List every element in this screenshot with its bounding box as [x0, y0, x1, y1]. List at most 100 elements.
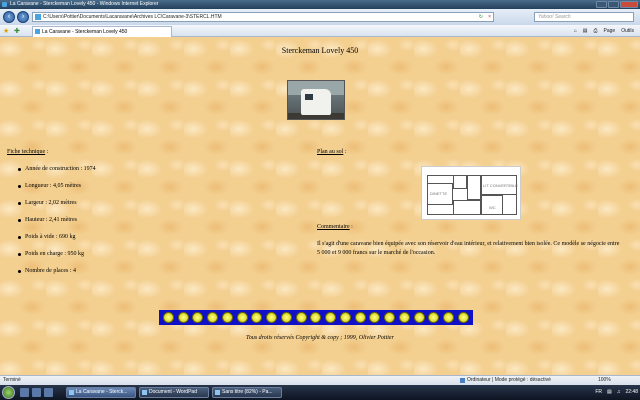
- spec-height: Hauteur : 2,41 mètres: [7, 212, 297, 229]
- plan-heading[interactable]: Plan au sol: [317, 149, 343, 155]
- clock[interactable]: 22:48: [625, 387, 638, 398]
- tech-heading-suffix: :: [45, 149, 49, 155]
- spec-places: Nombre de places : 4: [7, 263, 297, 280]
- tools-menu[interactable]: Outils: [621, 27, 634, 35]
- nav-globe-icon[interactable]: [384, 312, 396, 323]
- minimize-button[interactable]: [596, 1, 607, 8]
- plan-section: Plan au sol : DINETTE LIT CONVERTIBLE WC…: [317, 149, 623, 256]
- spec-list: Année de construction : 1974 Longueur : …: [7, 161, 297, 280]
- quick-launch: [20, 388, 53, 397]
- nav-globe-icon[interactable]: [266, 312, 278, 323]
- plan-label-wc: WC: [489, 205, 496, 210]
- wordpad-task-icon: [142, 390, 147, 395]
- stop-icon[interactable]: ×: [488, 13, 491, 21]
- spec-length: Longueur : 4,05 mètres: [7, 178, 297, 195]
- nav-globe-icon[interactable]: [207, 312, 219, 323]
- refresh-icon[interactable]: ↻: [479, 13, 483, 21]
- nav-globe-icon[interactable]: [310, 312, 322, 323]
- plan-label-dinette: DINETTE: [430, 191, 448, 196]
- ie-icon: [2, 2, 7, 7]
- plan-heading-line: Plan au sol :: [317, 149, 623, 155]
- home-icon[interactable]: ⌂: [574, 27, 577, 35]
- page-menu[interactable]: Page: [604, 27, 616, 35]
- task-paint-label: Sans titre (82%) - Pa...: [222, 389, 273, 395]
- address-bar: ‹ › C:\Users\Pottier\Documents\Lacaravan…: [0, 9, 640, 25]
- nav-globe-icon[interactable]: [398, 312, 410, 323]
- window-controls: [596, 1, 638, 8]
- comment-heading-suffix: :: [349, 224, 353, 230]
- security-zone[interactable]: Ordinateur | Mode protégé : désactivé: [460, 376, 551, 385]
- comment-text: Il s'agit d'une caravane bien équipée av…: [317, 241, 620, 256]
- spec-loaded-weight: Poids en charge : 950 kg: [7, 246, 297, 263]
- paint-task-icon: [215, 390, 220, 395]
- task-wordpad-label: Document - WordPad: [149, 389, 197, 395]
- task-wordpad[interactable]: Document - WordPad: [139, 387, 209, 398]
- nav-globe-icon[interactable]: [339, 312, 351, 323]
- copyright: Tous droits réservés Copyright & copy ; …: [246, 335, 394, 341]
- tab-page-icon: [35, 29, 40, 34]
- floor-plan: DINETTE LIT CONVERTIBLE WC: [421, 166, 521, 220]
- url-text: C:\Users\Pottier\Documents\Lacaravane\Ar…: [43, 14, 222, 20]
- nav-globe-icon[interactable]: [177, 312, 189, 323]
- close-button[interactable]: [620, 1, 638, 8]
- nav-globe-icon[interactable]: [280, 312, 292, 323]
- switch-windows-icon[interactable]: [32, 388, 41, 397]
- system-tray: FR ▤ ♫ 22:48: [595, 387, 638, 398]
- caravan-photo: [287, 80, 345, 120]
- tech-heading-line: Fiche technique :: [7, 149, 297, 155]
- navigation-icon-strip: [159, 310, 473, 325]
- taskbar: La Caravane - Sterck... Document - WordP…: [0, 385, 640, 400]
- nav-globe-icon[interactable]: [221, 312, 233, 323]
- task-paint[interactable]: Sans titre (82%) - Pa...: [212, 387, 282, 398]
- language-indicator[interactable]: FR: [595, 387, 602, 398]
- zoom-level[interactable]: 100%: [598, 376, 611, 385]
- search-placeholder: Yahoo! Search: [538, 14, 571, 20]
- tech-heading[interactable]: Fiche technique: [7, 149, 45, 155]
- nav-globe-icon[interactable]: [162, 312, 174, 323]
- nav-globe-icon[interactable]: [295, 312, 307, 323]
- window-title-bar: La Caravane - Sterckeman Lovely 450 - Wi…: [0, 0, 640, 9]
- tech-section: Fiche technique : Année de construction …: [7, 149, 297, 280]
- print-icon[interactable]: ⎙: [594, 27, 598, 35]
- tab-label: La Caravane - Sterckeman Lovely 450: [42, 29, 128, 35]
- nav-globe-icon[interactable]: [251, 312, 263, 323]
- nav-globe-icon[interactable]: [428, 312, 440, 323]
- page-title: Sterckeman Lovely 450: [281, 46, 359, 55]
- show-desktop-icon[interactable]: [20, 388, 29, 397]
- window-title: La Caravane - Sterckeman Lovely 450 - Wi…: [10, 1, 159, 7]
- spec-year: Année de construction : 1974: [7, 161, 297, 178]
- spec-width: Largeur : 2,02 mètres: [7, 195, 297, 212]
- nav-globe-icon[interactable]: [369, 312, 381, 323]
- spec-empty-weight: Poids à vide : 690 kg: [7, 229, 297, 246]
- nav-globe-icon[interactable]: [354, 312, 366, 323]
- add-favorite-icon[interactable]: ✚: [14, 27, 20, 35]
- nav-globe-icon[interactable]: [413, 312, 425, 323]
- start-button[interactable]: [2, 386, 15, 399]
- comment-heading[interactable]: Commentaire: [317, 224, 350, 230]
- command-bar: ⌂ ▤ ⎙ Page Outils: [574, 27, 634, 35]
- forward-button[interactable]: ›: [17, 11, 29, 23]
- nav-globe-icon[interactable]: [325, 312, 337, 323]
- task-ie-label: La Caravane - Sterck...: [76, 389, 128, 395]
- status-bar: Terminé Ordinateur | Mode protégé : désa…: [0, 375, 640, 385]
- network-icon[interactable]: ▤: [607, 387, 612, 398]
- url-field[interactable]: C:\Users\Pottier\Documents\Lacaravane\Ar…: [32, 12, 494, 22]
- volume-icon[interactable]: ♫: [617, 387, 621, 398]
- tab-bar: ★ ✚ La Caravane - Sterckeman Lovely 450 …: [0, 25, 640, 37]
- nav-globe-icon[interactable]: [443, 312, 455, 323]
- ie-launch-icon[interactable]: [44, 388, 53, 397]
- favorites-star-icon[interactable]: ★: [3, 27, 9, 35]
- nav-globe-icon[interactable]: [236, 312, 248, 323]
- nav-globe-icon[interactable]: [457, 312, 469, 323]
- maximize-button[interactable]: [608, 1, 619, 8]
- plan-label-bed: LIT CONVERTIBLE: [483, 183, 518, 188]
- ie-task-icon: [69, 390, 74, 395]
- tab-current[interactable]: La Caravane - Sterckeman Lovely 450: [32, 26, 172, 37]
- back-button[interactable]: ‹: [3, 11, 15, 23]
- plan-heading-suffix: :: [343, 149, 347, 155]
- search-input[interactable]: Yahoo! Search: [534, 12, 634, 22]
- feeds-icon[interactable]: ▤: [583, 27, 588, 35]
- page-icon: [35, 14, 41, 20]
- task-ie[interactable]: La Caravane - Sterck...: [66, 387, 136, 398]
- nav-globe-icon[interactable]: [192, 312, 204, 323]
